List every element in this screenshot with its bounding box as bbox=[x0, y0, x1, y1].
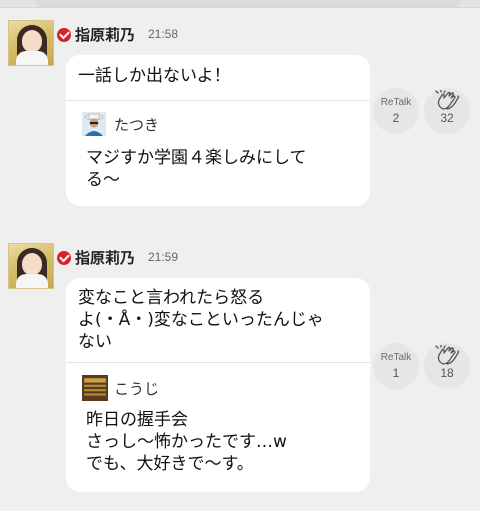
retalk-count: 2 bbox=[392, 111, 400, 125]
retalk-label: ReTalk bbox=[380, 352, 412, 363]
retalk-count: 1 bbox=[392, 366, 400, 380]
verified-check-icon bbox=[57, 251, 71, 265]
post-time: 21:59 bbox=[148, 250, 179, 264]
clap-button[interactable]: 32 bbox=[424, 88, 470, 134]
message-text: 一話しか出ないよ！ bbox=[78, 66, 231, 86]
author-avatar[interactable] bbox=[8, 243, 54, 289]
post-time: 21:58 bbox=[148, 27, 179, 41]
quoted-user-name[interactable]: こうじ bbox=[114, 378, 159, 399]
clap-count: 18 bbox=[440, 366, 454, 380]
author-avatar[interactable] bbox=[8, 20, 54, 66]
quote-divider bbox=[66, 362, 370, 363]
clap-hands-icon bbox=[435, 90, 460, 110]
post: 指原莉乃 21:58 一話しか出ないよ！ たつき マジすか学園４楽しみにして る… bbox=[0, 20, 480, 210]
message-bubble: 変なこと言われたら怒る よ(・Å・)変なこといったんじゃ ない こうじ 昨日の握… bbox=[66, 278, 370, 492]
quoted-message-text: 昨日の握手会 さっし〜怖かったです…w でも、大好きで〜す。 bbox=[86, 410, 287, 474]
author-name[interactable]: 指原莉乃 bbox=[75, 24, 135, 45]
avatar-face bbox=[22, 30, 42, 52]
verified-check-icon bbox=[57, 28, 71, 42]
quoted-user-avatar[interactable] bbox=[82, 375, 108, 401]
message-text: 変なこと言われたら怒る よ(・Å・)変なこといったんじゃ ない bbox=[78, 288, 324, 352]
top-bar bbox=[0, 0, 480, 8]
author-name[interactable]: 指原莉乃 bbox=[75, 247, 135, 268]
clap-button[interactable]: 18 bbox=[424, 343, 470, 389]
retalk-button[interactable]: ReTalk 1 bbox=[373, 343, 419, 389]
quote-divider bbox=[66, 100, 370, 101]
quoted-user-name[interactable]: たつき bbox=[114, 114, 159, 135]
clap-hands-icon bbox=[435, 345, 460, 365]
quoted-user-avatar[interactable] bbox=[82, 112, 106, 136]
message-bubble: 一話しか出ないよ！ たつき マジすか学園４楽しみにして る〜 bbox=[66, 55, 370, 206]
retalk-label: ReTalk bbox=[380, 97, 412, 108]
clap-count: 32 bbox=[440, 111, 454, 125]
quoted-message-text: マジすか学園４楽しみにして る〜 bbox=[86, 148, 307, 190]
retalk-button[interactable]: ReTalk 2 bbox=[373, 88, 419, 134]
post: 指原莉乃 21:59 変なこと言われたら怒る よ(・Å・)変なこといったんじゃ … bbox=[0, 243, 480, 503]
avatar-body bbox=[16, 274, 48, 288]
avatar-body bbox=[16, 51, 48, 65]
top-bar-edge bbox=[34, 0, 462, 7]
avatar-face bbox=[22, 253, 42, 275]
